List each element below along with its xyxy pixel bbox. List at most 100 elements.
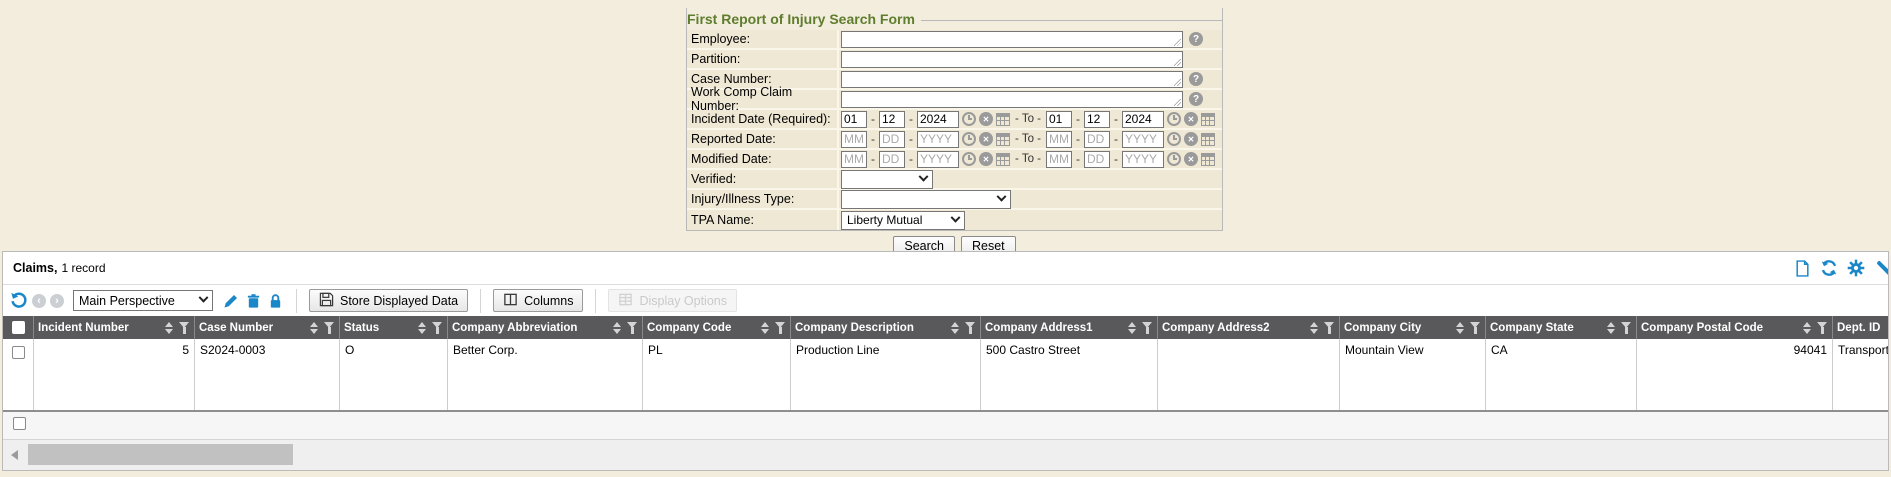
filter-icon[interactable] (432, 322, 443, 334)
help-icon[interactable]: ? (1189, 72, 1203, 86)
column-header-company-description[interactable]: Company Description (791, 316, 981, 339)
sort-icon[interactable] (165, 322, 174, 334)
reported-to-yyyy-input[interactable] (1122, 131, 1164, 148)
filter-icon[interactable] (179, 322, 190, 334)
delete-trash-icon[interactable] (244, 291, 262, 311)
clear-date-icon[interactable] (1184, 152, 1198, 166)
settings-gear-icon[interactable] (1847, 259, 1865, 277)
filter-icon[interactable] (627, 322, 638, 334)
time-icon[interactable] (1167, 132, 1181, 146)
footer-checkbox[interactable] (13, 417, 26, 430)
calendar-icon[interactable] (1201, 133, 1215, 146)
reported-from-yyyy-input[interactable] (917, 131, 959, 148)
clear-date-icon[interactable] (979, 152, 993, 166)
incident-to-mm-input[interactable] (1046, 111, 1072, 128)
tpa-name-select[interactable]: Liberty Mutual (841, 211, 965, 230)
undo-icon[interactable] (10, 291, 28, 311)
partition-input[interactable] (841, 51, 1183, 68)
column-header-company-postal-code[interactable]: Company Postal Code (1637, 316, 1833, 339)
calendar-icon[interactable] (996, 153, 1010, 166)
modified-from-dd-input[interactable] (879, 151, 905, 168)
next-perspective-icon[interactable]: › (50, 294, 64, 308)
filter-icon[interactable] (1470, 322, 1481, 334)
select-all-checkbox[interactable] (12, 321, 25, 334)
resize-grip-icon[interactable] (1174, 39, 1181, 46)
columns-button[interactable]: Columns (493, 289, 583, 312)
resize-grip-icon[interactable] (1174, 99, 1181, 106)
reported-from-mm-input[interactable] (841, 131, 867, 148)
reported-from-dd-input[interactable] (879, 131, 905, 148)
sort-icon[interactable] (310, 322, 319, 334)
sort-icon[interactable] (418, 322, 427, 334)
incident-from-mm-input[interactable] (841, 111, 867, 128)
sort-icon[interactable] (1456, 322, 1465, 334)
incident-to-yyyy-input[interactable] (1122, 111, 1164, 128)
incident-from-yyyy-input[interactable] (917, 111, 959, 128)
time-icon[interactable] (962, 152, 976, 166)
sort-icon[interactable] (1128, 322, 1137, 334)
filter-icon[interactable] (1621, 322, 1632, 334)
sort-icon[interactable] (1607, 322, 1616, 334)
column-header-company-address2[interactable]: Company Address2 (1158, 316, 1340, 339)
time-icon[interactable] (1167, 112, 1181, 126)
wrench-icon[interactable] (1874, 259, 1889, 277)
scrollbar-thumb[interactable] (28, 444, 293, 465)
calendar-icon[interactable] (996, 133, 1010, 146)
work-comp-input[interactable] (841, 91, 1183, 108)
time-icon[interactable] (962, 112, 976, 126)
filter-icon[interactable] (965, 322, 976, 334)
clear-date-icon[interactable] (1184, 112, 1198, 126)
modified-from-mm-input[interactable] (841, 151, 867, 168)
reported-to-mm-input[interactable] (1046, 131, 1072, 148)
resize-grip-icon[interactable] (1174, 59, 1181, 66)
help-icon[interactable]: ? (1189, 32, 1203, 46)
clear-date-icon[interactable] (979, 132, 993, 146)
filter-icon[interactable] (775, 322, 786, 334)
filter-icon[interactable] (1324, 322, 1335, 334)
modified-to-yyyy-input[interactable] (1122, 151, 1164, 168)
sort-icon[interactable] (1803, 322, 1812, 334)
incident-to-dd-input[interactable] (1084, 111, 1110, 128)
lock-icon[interactable] (266, 291, 284, 311)
sort-icon[interactable] (613, 322, 622, 334)
column-header-incident-number[interactable]: Incident Number (34, 316, 195, 339)
row-checkbox[interactable] (12, 346, 25, 359)
column-header-status[interactable]: Status (340, 316, 448, 339)
column-header-case-number[interactable]: Case Number (195, 316, 340, 339)
refresh-icon[interactable] (1820, 259, 1838, 277)
time-icon[interactable] (962, 132, 976, 146)
column-header-company-address1[interactable]: Company Address1 (981, 316, 1158, 339)
employee-input[interactable] (841, 31, 1183, 48)
filter-icon[interactable] (1142, 322, 1153, 334)
reported-to-dd-input[interactable] (1084, 131, 1110, 148)
case-number-input[interactable] (841, 71, 1183, 88)
calendar-icon[interactable] (996, 113, 1010, 126)
modified-from-yyyy-input[interactable] (917, 151, 959, 168)
select-all-header-cell[interactable] (3, 316, 34, 339)
calendar-icon[interactable] (1201, 113, 1215, 126)
table-row[interactable]: 5 S2024-0003 O Better Corp. PL Productio… (3, 339, 1889, 412)
filter-icon[interactable] (1817, 322, 1828, 334)
perspective-select[interactable]: Main Perspective (73, 290, 213, 311)
horizontal-scrollbar[interactable] (3, 440, 1888, 470)
clear-date-icon[interactable] (1184, 132, 1198, 146)
edit-pencil-icon[interactable] (222, 291, 240, 311)
column-header-company-code[interactable]: Company Code (643, 316, 791, 339)
verified-select[interactable] (841, 170, 933, 189)
column-header-dept-id[interactable]: Dept. ID (1833, 316, 1889, 339)
modified-to-dd-input[interactable] (1084, 151, 1110, 168)
column-header-company-city[interactable]: Company City (1340, 316, 1486, 339)
injury-type-select[interactable] (841, 190, 1011, 209)
sort-icon[interactable] (951, 322, 960, 334)
store-displayed-data-button[interactable]: Store Displayed Data (309, 289, 468, 312)
previous-perspective-icon[interactable]: ‹ (32, 294, 46, 308)
new-document-icon[interactable] (1794, 259, 1811, 278)
help-icon[interactable]: ? (1189, 92, 1203, 106)
calendar-icon[interactable] (1201, 153, 1215, 166)
scroll-left-arrow-icon[interactable] (11, 450, 18, 460)
sort-icon[interactable] (761, 322, 770, 334)
clear-date-icon[interactable] (979, 112, 993, 126)
modified-to-mm-input[interactable] (1046, 151, 1072, 168)
row-select-cell[interactable] (3, 339, 34, 410)
incident-from-dd-input[interactable] (879, 111, 905, 128)
